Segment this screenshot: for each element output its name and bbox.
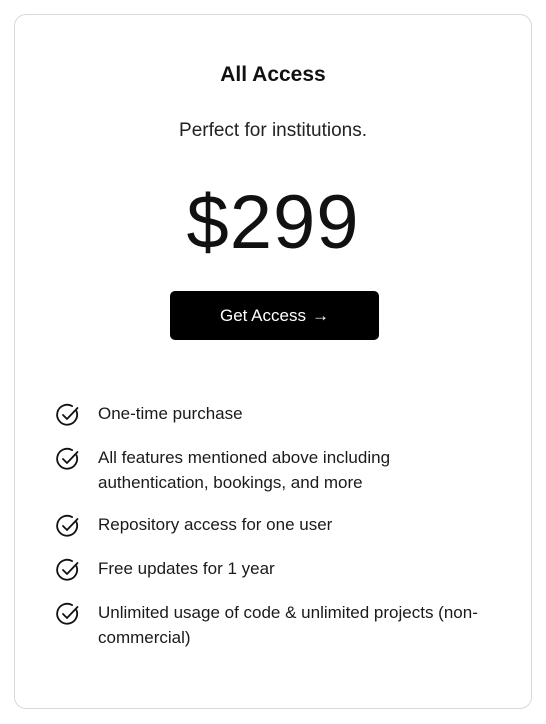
feature-item: Unlimited usage of code & unlimited proj… [55, 600, 495, 650]
check-circle-icon [55, 513, 81, 539]
feature-item: One-time purchase [55, 401, 495, 428]
feature-item: Free updates for 1 year [55, 556, 495, 583]
plan-price: $299 [186, 180, 360, 265]
feature-list: One-time purchase All features mentioned… [55, 401, 495, 667]
plan-tagline: Perfect for institutions. [179, 120, 367, 141]
feature-text: Unlimited usage of code & unlimited proj… [98, 603, 478, 647]
feature-item: Repository access for one user [55, 512, 495, 539]
get-access-button[interactable]: Get Access → [170, 291, 379, 340]
plan-title: All Access [220, 63, 326, 86]
get-access-label: Get Access [220, 305, 306, 325]
check-circle-icon [55, 557, 81, 583]
check-circle-icon [55, 601, 81, 627]
feature-text: All features mentioned above including a… [98, 448, 391, 492]
feature-item: All features mentioned above including a… [55, 445, 495, 495]
check-circle-icon [55, 402, 81, 428]
feature-text: Free updates for 1 year [98, 559, 275, 578]
feature-text: One-time purchase [98, 404, 243, 423]
pricing-card: All Access Perfect for institutions. $29… [14, 14, 532, 709]
check-circle-icon [55, 446, 81, 472]
arrow-right-icon: → [311, 305, 329, 325]
feature-text: Repository access for one user [98, 515, 333, 534]
